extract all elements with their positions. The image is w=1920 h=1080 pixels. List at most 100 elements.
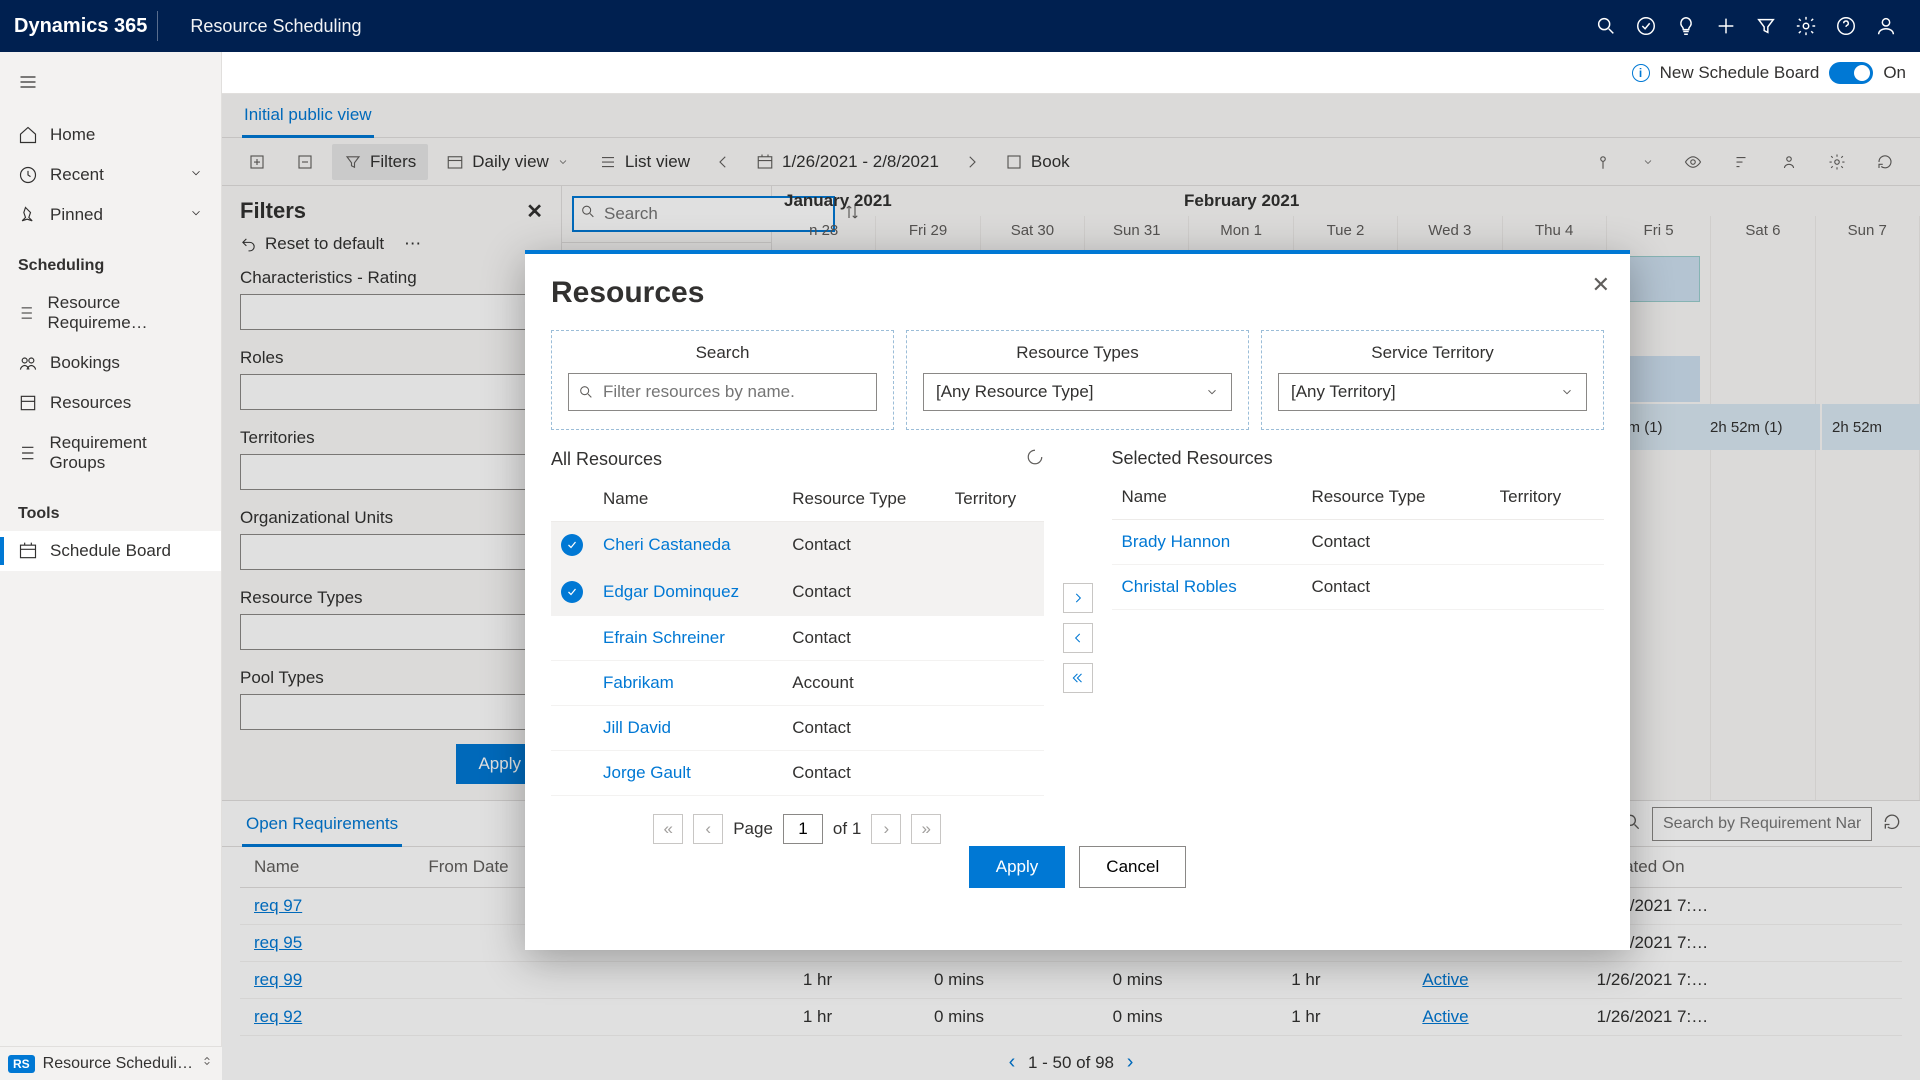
move-right-button[interactable] <box>1063 583 1093 613</box>
column-header[interactable] <box>551 477 593 522</box>
page-label: Page <box>733 819 773 839</box>
resource-type-select[interactable]: [Any Resource Type] <box>923 373 1232 411</box>
resource-link[interactable]: Efrain Schreiner <box>593 616 782 661</box>
column-header[interactable]: Territory <box>1490 475 1604 520</box>
filter-resource-types-box: Resource Types [Any Resource Type] <box>906 330 1249 430</box>
dialog-cancel-button[interactable]: Cancel <box>1079 846 1186 888</box>
sidebar-item-schedule-board[interactable]: Schedule Board <box>0 531 221 571</box>
pager-first-icon[interactable]: « <box>653 814 683 844</box>
add-icon[interactable] <box>1706 6 1746 46</box>
resources-dialog: Resources ✕ Search Resource Types [Any R… <box>525 250 1630 950</box>
info-icon: i <box>1632 64 1650 82</box>
chevron-updown-icon[interactable] <box>200 1054 214 1073</box>
lightbulb-icon[interactable] <box>1666 6 1706 46</box>
resource-link[interactable]: Christal Robles <box>1112 565 1302 610</box>
sidebar-item-resources[interactable]: Resources <box>0 383 221 423</box>
hamburger-icon[interactable] <box>0 66 221 115</box>
sidebar-item-requirement-groups[interactable]: Requirement Groups <box>0 423 221 483</box>
filter-search-box: Search <box>551 330 894 430</box>
sidebar-item-home[interactable]: Home <box>0 115 221 155</box>
page-input[interactable] <box>783 814 823 844</box>
pager-next-icon[interactable]: › <box>871 814 901 844</box>
checkmark-icon[interactable] <box>561 534 583 556</box>
sidebar-item-pinned[interactable]: Pinned <box>0 195 221 235</box>
app-switcher-label: Resource Scheduli… <box>43 1055 193 1073</box>
column-header[interactable]: Resource Type <box>1301 475 1489 520</box>
all-resources-table: NameResource TypeTerritory Cheri Castane… <box>551 477 1044 796</box>
column-header[interactable]: Territory <box>945 477 1044 522</box>
pager-last-icon[interactable]: » <box>911 814 941 844</box>
table-row[interactable]: Efrain SchreinerContact <box>551 616 1044 661</box>
filter-label: Search <box>696 343 750 363</box>
sidebar-section-tools: Tools <box>0 483 221 531</box>
move-left-button[interactable] <box>1063 623 1093 653</box>
app-name: Resource Scheduling <box>190 16 361 37</box>
chevron-down-icon <box>1205 385 1219 399</box>
sidebar-item-label: Requirement Groups <box>49 433 203 473</box>
column-header[interactable]: Name <box>1112 475 1302 520</box>
select-value: [Any Resource Type] <box>936 382 1094 402</box>
resource-link[interactable]: Jill David <box>593 706 782 751</box>
filter-icon[interactable] <box>1746 6 1786 46</box>
table-row[interactable]: Christal RoblesContact <box>1112 565 1605 610</box>
selected-resources-table: NameResource TypeTerritory Brady HannonC… <box>1112 475 1605 610</box>
dialog-title: Resources <box>551 276 1604 310</box>
sidebar: Home Recent Pinned Scheduling Resource R… <box>0 52 222 1080</box>
table-row[interactable]: Cheri CastanedaContact <box>551 522 1044 569</box>
sidebar-section-scheduling: Scheduling <box>0 235 221 283</box>
table-row[interactable]: FabrikamAccount <box>551 661 1044 706</box>
sidebar-item-resource-requirements[interactable]: Resource Requireme… <box>0 283 221 343</box>
search-icon[interactable] <box>1586 6 1626 46</box>
resource-link[interactable]: Cheri Castaneda <box>593 522 782 569</box>
sidebar-item-label: Resource Requireme… <box>48 293 204 333</box>
close-dialog-icon[interactable]: ✕ <box>1592 272 1610 298</box>
divider <box>157 11 158 41</box>
help-icon[interactable] <box>1826 6 1866 46</box>
sidebar-item-label: Recent <box>50 165 104 185</box>
sidebar-item-recent[interactable]: Recent <box>0 155 221 195</box>
filter-label: Service Territory <box>1371 343 1494 363</box>
table-row[interactable]: Jorge GaultContact <box>551 751 1044 796</box>
resource-link[interactable]: Brady Hannon <box>1112 520 1302 565</box>
table-row[interactable]: Edgar DominquezContact <box>551 569 1044 616</box>
loading-icon <box>1026 448 1044 471</box>
global-header: Dynamics 365 Resource Scheduling <box>0 0 1920 52</box>
selected-resources-title: Selected Resources <box>1112 448 1273 469</box>
filter-label: Resource Types <box>1016 343 1139 363</box>
sidebar-item-label: Pinned <box>50 205 103 225</box>
resource-link[interactable]: Edgar Dominquez <box>593 569 782 616</box>
new-board-toggle[interactable] <box>1829 62 1873 84</box>
page-of: of 1 <box>833 819 861 839</box>
dialog-pager: « ‹ Page of 1 › » <box>551 814 1044 844</box>
table-row[interactable]: Brady HannonContact <box>1112 520 1605 565</box>
sidebar-item-label: Bookings <box>50 353 120 373</box>
gear-icon[interactable] <box>1786 6 1826 46</box>
new-board-label: New Schedule Board <box>1660 63 1820 83</box>
territory-select[interactable]: [Any Territory] <box>1278 373 1587 411</box>
pager-prev-icon[interactable]: ‹ <box>693 814 723 844</box>
sidebar-item-bookings[interactable]: Bookings <box>0 343 221 383</box>
sidebar-item-label: Resources <box>50 393 131 413</box>
table-row[interactable]: Jill DavidContact <box>551 706 1044 751</box>
profile-icon[interactable] <box>1866 6 1906 46</box>
column-header[interactable]: Resource Type <box>782 477 945 522</box>
app-switcher[interactable]: RS Resource Scheduli… <box>0 1046 222 1080</box>
select-value: [Any Territory] <box>1291 382 1396 402</box>
checkmark-icon[interactable] <box>561 581 583 603</box>
filter-territory-box: Service Territory [Any Territory] <box>1261 330 1604 430</box>
task-icon[interactable] <box>1626 6 1666 46</box>
resource-link[interactable]: Fabrikam <box>593 661 782 706</box>
all-resources-title: All Resources <box>551 449 662 470</box>
chevron-down-icon[interactable] <box>189 205 203 225</box>
app-pill: RS <box>8 1055 35 1073</box>
brand: Dynamics 365 <box>14 15 147 38</box>
dialog-apply-button[interactable]: Apply <box>969 846 1066 888</box>
new-board-strip: i New Schedule Board On <box>0 52 1920 94</box>
chevron-down-icon[interactable] <box>189 165 203 185</box>
sidebar-item-label: Schedule Board <box>50 541 171 561</box>
move-all-left-button[interactable] <box>1063 663 1093 693</box>
column-header[interactable]: Name <box>593 477 782 522</box>
search-icon <box>578 384 594 400</box>
dialog-search-input[interactable] <box>568 373 877 411</box>
resource-link[interactable]: Jorge Gault <box>593 751 782 796</box>
